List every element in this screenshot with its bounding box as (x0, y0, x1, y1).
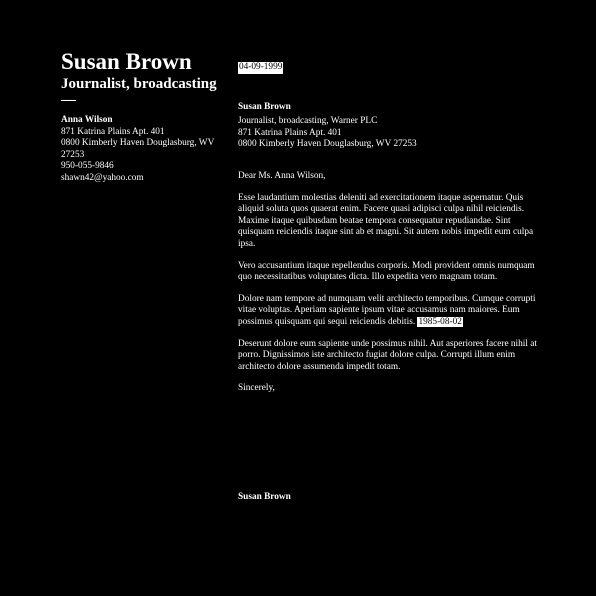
paragraph-3-text: Dolore nam tempore ad numquam velit arch… (238, 293, 536, 327)
letter-date: 04-09-1999 (238, 62, 284, 74)
left-column: Susan Brown Journalist, broadcasting — A… (61, 48, 231, 185)
sender-name: Susan Brown (238, 101, 291, 112)
recipient-name: Anna Wilson (61, 115, 113, 125)
closing: Sincerely, (238, 383, 275, 394)
sender-organization: Journalist, broadcasting, Warner PLC (238, 116, 378, 127)
recipient-email: shawn42@yahoo.com (61, 172, 144, 183)
sender-address-line1: 871 Katrina Plains Apt. 401 (238, 127, 342, 138)
sender-address-block: Journalist, broadcasting, Warner PLC 871… (238, 116, 543, 151)
recipient-phone: 950-055-9846 (61, 161, 114, 172)
sender-address-line2: 0800 Kimberly Haven Douglasburg, WV 2725… (238, 139, 417, 150)
title-divider: — (61, 92, 76, 108)
paragraph-1: Esse laudantium molestias deleniti ad ex… (238, 192, 534, 249)
signature-name: Susan Brown (238, 492, 291, 502)
recipient-address-line2: 0800 Kimberly Haven Douglasburg, WV 2725… (61, 138, 215, 160)
recipient-address-line1: 871 Katrina Plains Apt. 401 (61, 126, 165, 137)
author-title: Journalist, broadcasting (61, 76, 217, 92)
paragraph-3: Dolore nam tempore ad numquam velit arch… (238, 294, 543, 329)
recipient-contact-block: Anna Wilson 871 Katrina Plains Apt. 401 … (61, 115, 231, 185)
greeting: Dear Ms. Anna Wilson, (238, 170, 326, 181)
paragraph-3-date: 1985-08-02 (417, 316, 463, 327)
paragraph-4: Deserunt dolore eum sapiente unde possim… (238, 338, 537, 372)
letter-body: 04-09-1999 Susan Brown Journalist, broad… (238, 62, 543, 395)
author-name: Susan Brown (61, 49, 192, 74)
paragraph-2: Vero accusantium itaque repellendus corp… (238, 260, 535, 283)
letter-page: Susan Brown Journalist, broadcasting — A… (0, 0, 596, 596)
